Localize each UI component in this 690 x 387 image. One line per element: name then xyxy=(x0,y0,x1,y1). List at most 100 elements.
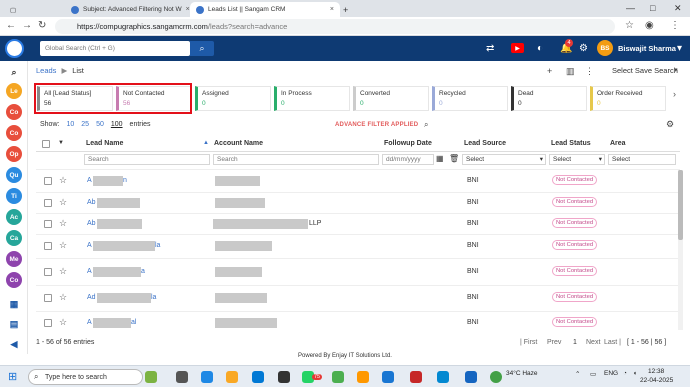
bookmark-star-icon[interactable]: ☆ xyxy=(625,20,634,31)
clock-date[interactable]: 22-04-2025 xyxy=(640,377,673,384)
page-size-10[interactable]: 10 xyxy=(66,121,74,128)
lead-name-tail[interactable]: la xyxy=(155,242,160,249)
wifi-icon[interactable]: ◔ xyxy=(623,370,627,377)
lead-name-link[interactable]: Ab xyxy=(87,199,96,206)
crm-logo[interactable] xyxy=(5,39,24,58)
url-field[interactable]: https://compugraphics.sangamcrm.com/lead… xyxy=(55,19,615,34)
sort-asc-icon[interactable]: ▲ xyxy=(203,140,209,146)
status-card-assigned[interactable]: Assigned 0 xyxy=(195,86,271,111)
row-checkbox[interactable] xyxy=(44,319,52,327)
chevron-down-icon[interactable]: ▾ xyxy=(674,66,678,74)
lead-name-link[interactable]: Ab xyxy=(87,220,96,227)
network-icon[interactable]: ▭ xyxy=(590,370,596,378)
browser-tab-email[interactable]: Subject: Advanced Filtering Not W × xyxy=(65,2,190,17)
calendar-icon[interactable]: ▦ xyxy=(436,154,444,163)
excel-icon[interactable] xyxy=(332,371,344,383)
rail-item-campaigns[interactable]: Co xyxy=(6,272,22,288)
row-checkbox[interactable] xyxy=(44,220,52,228)
windows-start-icon[interactable]: ⊞ xyxy=(8,370,17,383)
current-page[interactable]: 1 xyxy=(573,339,577,346)
status-card-order-received[interactable]: Order Received 0 xyxy=(590,86,666,111)
followup-date-filter[interactable] xyxy=(382,154,434,165)
col-lead-name[interactable]: Lead Name xyxy=(86,140,123,147)
table-row[interactable]: ☆ A n BNI Not Contacted xyxy=(36,169,680,192)
page-size-25[interactable]: 25 xyxy=(81,121,89,128)
col-account-name[interactable]: Account Name xyxy=(214,140,263,147)
lead-status-select[interactable]: Select ▾ xyxy=(549,154,605,165)
search-icon[interactable]: ⌕ xyxy=(424,120,428,130)
rail-item-meetings[interactable]: Me xyxy=(6,251,22,267)
app-icon[interactable] xyxy=(357,371,369,383)
table-row[interactable]: ☆ Ab LLP BNI Not Contacted xyxy=(36,213,680,234)
row-checkbox[interactable] xyxy=(44,242,52,250)
first-page-button[interactable]: | First xyxy=(520,339,537,346)
global-search-input[interactable] xyxy=(40,41,190,56)
minimize-icon[interactable]: — xyxy=(626,3,635,13)
gear-icon[interactable]: ⚙ xyxy=(666,119,674,130)
rail-item-companies[interactable]: Co xyxy=(6,125,22,141)
advanced-filter-badge[interactable]: ADVANCE FILTER APPLIED xyxy=(335,122,418,128)
trash-icon[interactable]: 🗑 xyxy=(449,154,459,163)
breadcrumb-leads[interactable]: Leads xyxy=(36,66,56,75)
window-close-icon[interactable]: ✕ xyxy=(674,3,682,14)
lead-name-tail[interactable]: la xyxy=(151,294,156,301)
col-followup-date[interactable]: Followup Date xyxy=(384,140,432,147)
page-size-100[interactable]: 100 xyxy=(111,121,123,128)
caret-down-icon[interactable]: ▼ xyxy=(58,140,64,146)
star-icon[interactable]: ☆ xyxy=(59,266,67,277)
page-size-50[interactable]: 50 xyxy=(96,121,104,128)
chrome-icon[interactable] xyxy=(490,371,502,383)
rail-item-quotes[interactable]: Qu xyxy=(6,167,22,183)
saved-search-dropdown[interactable]: Select Save Search xyxy=(612,66,678,75)
app-icon[interactable] xyxy=(278,371,290,383)
table-row[interactable]: ☆ A al BNI Not Contacted xyxy=(36,311,680,333)
back-arrow-icon[interactable]: ← xyxy=(6,20,16,31)
lead-name-link[interactable]: A xyxy=(87,242,92,249)
row-checkbox[interactable] xyxy=(44,177,52,185)
language-indicator[interactable]: ENG xyxy=(604,370,618,377)
rail-item-opportunities[interactable]: Op xyxy=(6,146,22,162)
area-select[interactable]: Select xyxy=(608,154,676,165)
lead-name-link[interactable]: Ad xyxy=(87,294,96,301)
megaphone-icon[interactable]: ◀ xyxy=(6,336,22,352)
taskbar-search[interactable]: ⌕ Type here to search xyxy=(28,369,143,385)
weather-text[interactable]: 34°C Haze xyxy=(506,370,538,377)
store-icon[interactable] xyxy=(252,371,264,383)
clock-time[interactable]: 12:38 xyxy=(648,368,664,375)
star-icon[interactable]: ☆ xyxy=(59,197,67,208)
rail-item-tickets[interactable]: Ti xyxy=(6,188,22,204)
youtube-icon[interactable]: ▶ xyxy=(511,43,524,53)
star-icon[interactable]: ☆ xyxy=(59,175,67,186)
lead-name-tail[interactable]: al xyxy=(131,319,136,326)
report-icon[interactable]: ▤ xyxy=(6,316,22,332)
profile-icon[interactable]: ◉ xyxy=(645,20,654,31)
sync-icon[interactable]: ⇄ xyxy=(486,43,494,54)
status-card-recycled[interactable]: Recycled 0 xyxy=(432,86,508,111)
lead-name-link[interactable]: A xyxy=(87,319,92,326)
app-icon[interactable] xyxy=(410,371,422,383)
col-lead-status[interactable]: Lead Status xyxy=(551,140,591,147)
table-row[interactable]: ☆ A la BNI Not Contacted xyxy=(36,234,680,258)
global-search-button[interactable]: ⌕ xyxy=(190,41,214,56)
table-row[interactable]: ☆ Ab BNI Not Contacted xyxy=(36,192,680,213)
star-icon[interactable]: ☆ xyxy=(59,240,67,251)
app-icon[interactable] xyxy=(437,371,449,383)
col-area[interactable]: Area xyxy=(610,140,626,147)
star-icon[interactable]: ☆ xyxy=(59,218,67,229)
scrollbar-thumb[interactable] xyxy=(678,170,683,240)
browser-menu-icon[interactable]: ⋮ xyxy=(670,20,680,31)
lead-source-select[interactable]: Select ▾ xyxy=(462,154,546,165)
widgets-icon[interactable] xyxy=(145,371,157,383)
select-all-checkbox[interactable] xyxy=(42,140,50,148)
reload-icon[interactable]: ↻ xyxy=(38,20,46,31)
table-row[interactable]: ☆ Ad la BNI Not Contacted xyxy=(36,285,680,311)
account-name-filter[interactable] xyxy=(213,154,379,165)
search-icon[interactable]: ⌕ xyxy=(6,64,22,80)
settings-icon[interactable]: ⚙ xyxy=(579,43,588,54)
col-lead-source[interactable]: Lead Source xyxy=(464,140,506,147)
status-card-dead[interactable]: Dead 0 xyxy=(511,86,587,111)
star-icon[interactable]: ☆ xyxy=(59,292,67,303)
browser-tab-leads[interactable]: Leads List || Sangam CRM × xyxy=(190,2,340,17)
more-options-icon[interactable]: ⋮ xyxy=(585,66,594,77)
avatar[interactable]: BS xyxy=(597,40,613,56)
